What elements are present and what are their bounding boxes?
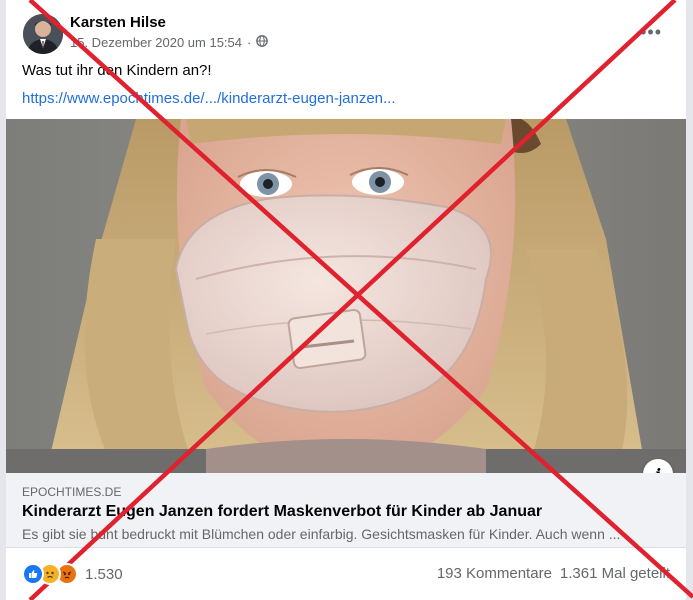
child-with-mask-photo	[6, 119, 686, 473]
avatar[interactable]	[23, 14, 63, 54]
post-link[interactable]: https://www.epochtimes.de/.../kinderarzt…	[22, 90, 396, 107]
comment-count[interactable]: 193 Kommentare	[437, 565, 552, 582]
reaction-count: 1.530	[85, 565, 123, 583]
like-icon	[22, 563, 44, 585]
meta-separator: ·	[247, 35, 252, 50]
link-preview-image[interactable]	[6, 119, 686, 473]
link-card[interactable]: EPOCHTIMES.DE Kinderarzt Eugen Janzen fo…	[6, 473, 686, 548]
author-name[interactable]: Karsten Hilse	[70, 14, 166, 31]
engagement-stats: 193 Kommentare 1.361 Mal geteilt	[437, 565, 670, 582]
facebook-post: Karsten Hilse 15. Dezember 2020 um 15:54…	[6, 0, 686, 600]
share-count[interactable]: 1.361 Mal geteilt	[560, 565, 670, 582]
globe-icon[interactable]	[256, 35, 269, 50]
link-headline[interactable]: Kinderarzt Eugen Janzen fordert Maskenve…	[22, 503, 542, 521]
post-text: Was tut ihr den Kindern an?!	[22, 62, 212, 79]
avatar-image	[23, 14, 63, 54]
timestamp[interactable]: 15. Dezember 2020 um 15:54	[70, 35, 242, 50]
link-description: Es gibt sie bunt bedruckt mit Blümchen o…	[22, 526, 621, 542]
reaction-summary[interactable]: 1.530	[22, 563, 123, 585]
post-meta: 15. Dezember 2020 um 15:54 ·	[70, 35, 269, 50]
link-domain: EPOCHTIMES.DE	[22, 485, 122, 499]
more-options-icon[interactable]: •••	[640, 22, 662, 43]
